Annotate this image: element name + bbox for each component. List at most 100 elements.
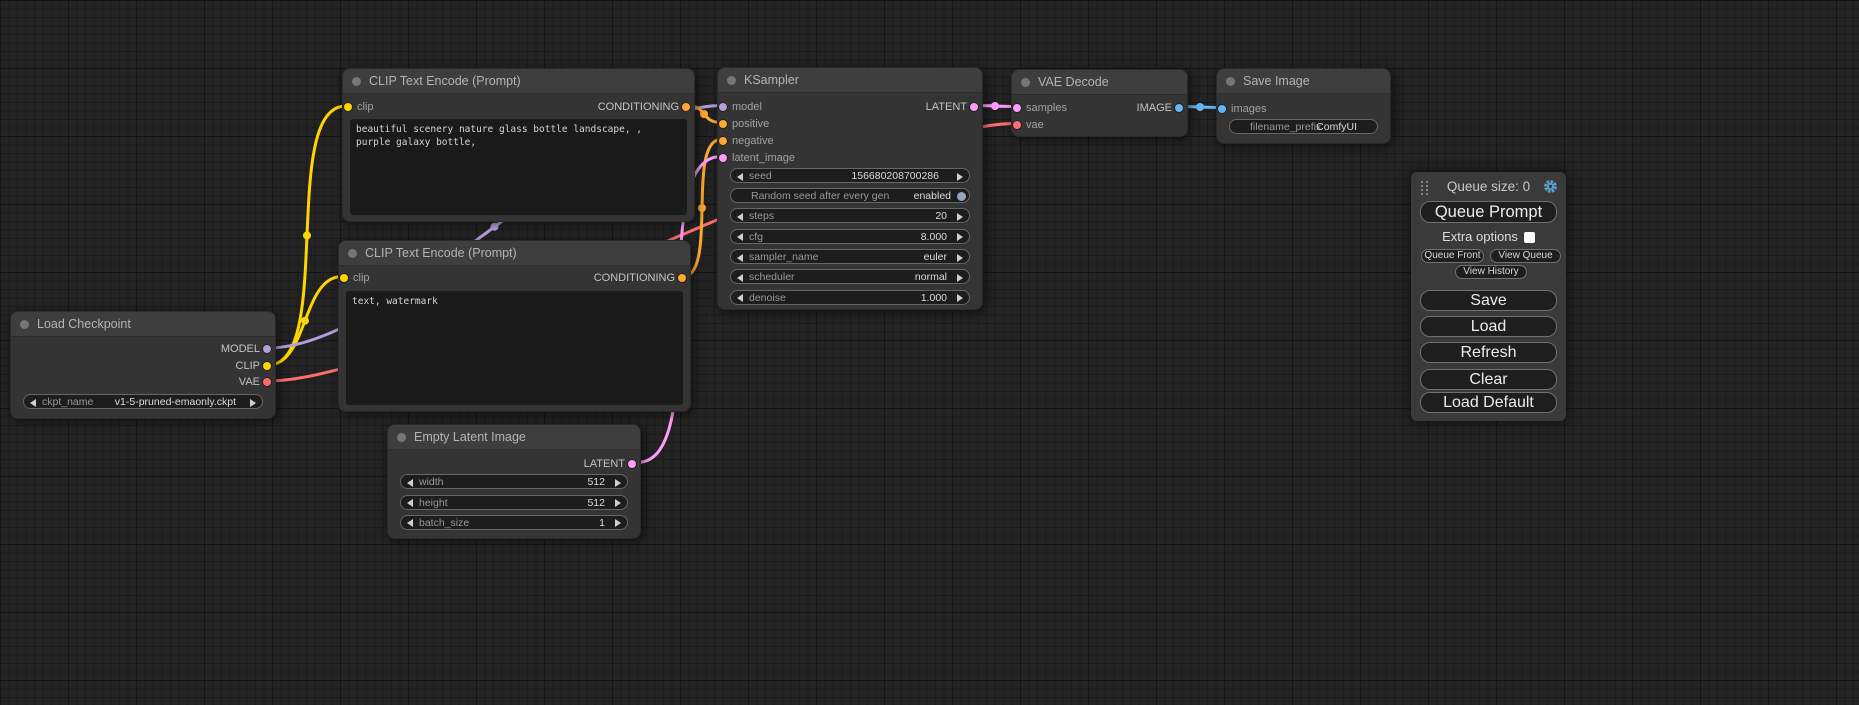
positive-input-dot[interactable]: [719, 120, 727, 128]
ckpt-name-widget[interactable]: ckpt_name v1-5-pruned-emaonly.ckpt: [23, 394, 263, 409]
collapse-dot-icon[interactable]: [20, 320, 29, 329]
decrement-arrow-icon[interactable]: [737, 173, 743, 181]
increment-arrow-icon[interactable]: [957, 274, 963, 282]
decrement-arrow-icon[interactable]: [407, 519, 413, 527]
output-slot-clip[interactable]: CLIP: [236, 358, 275, 374]
collapse-dot-icon[interactable]: [1226, 77, 1235, 86]
random-seed-toggle-widget[interactable]: Random seed after every gen enabled: [730, 188, 970, 203]
clip-input-dot[interactable]: [344, 103, 352, 111]
node-save-image[interactable]: Save Image images filename_prefix ComfyU…: [1216, 68, 1391, 144]
model-output-dot[interactable]: [263, 345, 271, 353]
node-title-bar[interactable]: Save Image: [1217, 69, 1390, 94]
increment-arrow-icon[interactable]: [957, 213, 963, 221]
negative-input-dot[interactable]: [719, 137, 727, 145]
queue-panel[interactable]: Queue size: 0 Queue Prompt Extra options…: [1411, 172, 1566, 421]
load-default-button[interactable]: Load Default: [1420, 392, 1557, 413]
node-title-bar[interactable]: Empty Latent Image: [388, 425, 640, 450]
latent-output-dot[interactable]: [628, 460, 636, 468]
width-widget[interactable]: width 512: [400, 474, 628, 489]
node-title-bar[interactable]: VAE Decode: [1012, 70, 1187, 95]
decrement-arrow-icon[interactable]: [737, 213, 743, 221]
queue-prompt-button[interactable]: Queue Prompt: [1420, 201, 1557, 223]
toggle-dot[interactable]: [957, 192, 966, 201]
height-widget[interactable]: height 512: [400, 495, 628, 510]
decrement-arrow-icon[interactable]: [737, 254, 743, 262]
refresh-button[interactable]: Refresh: [1420, 342, 1557, 363]
collapse-dot-icon[interactable]: [1021, 78, 1030, 87]
output-slot-vae[interactable]: VAE: [239, 374, 275, 390]
input-slot-clip[interactable]: clip: [343, 99, 374, 115]
output-slot-latent[interactable]: LATENT: [584, 456, 640, 472]
vae-input-dot[interactable]: [1013, 121, 1021, 129]
increment-arrow-icon[interactable]: [957, 254, 963, 262]
denoise-widget[interactable]: denoise 1.000: [730, 290, 970, 305]
input-slot-latent-image[interactable]: latent_image: [718, 150, 795, 166]
output-slot-conditioning[interactable]: CONDITIONING: [598, 99, 694, 115]
image-output-dot[interactable]: [1175, 104, 1183, 112]
decrement-arrow-icon[interactable]: [737, 233, 743, 241]
latent-output-dot[interactable]: [970, 103, 978, 111]
positive-prompt-textarea[interactable]: beautiful scenery nature glass bottle la…: [350, 119, 687, 215]
input-slot-clip[interactable]: clip: [339, 270, 370, 286]
negative-prompt-textarea[interactable]: text, watermark: [346, 291, 683, 405]
input-slot-images[interactable]: images: [1217, 101, 1266, 117]
collapse-dot-icon[interactable]: [348, 249, 357, 258]
increment-arrow-icon[interactable]: [957, 233, 963, 241]
extra-options-checkbox[interactable]: [1524, 232, 1535, 243]
latent-input-dot[interactable]: [719, 154, 727, 162]
view-queue-button[interactable]: View Queue: [1490, 249, 1561, 263]
node-title-bar[interactable]: CLIP Text Encode (Prompt): [339, 241, 690, 266]
node-ksampler[interactable]: KSampler model positive negative latent_…: [717, 67, 983, 310]
increment-arrow-icon[interactable]: [615, 479, 621, 487]
collapse-dot-icon[interactable]: [727, 76, 736, 85]
load-button[interactable]: Load: [1420, 316, 1557, 337]
input-slot-positive[interactable]: positive: [718, 116, 769, 132]
increment-arrow-icon[interactable]: [615, 519, 621, 527]
cfg-widget[interactable]: cfg 8.000: [730, 229, 970, 244]
sampler-name-widget[interactable]: sampler_name euler: [730, 249, 970, 264]
scheduler-widget[interactable]: scheduler normal: [730, 269, 970, 284]
input-slot-samples[interactable]: samples: [1012, 100, 1067, 116]
gear-icon[interactable]: [1542, 178, 1559, 195]
output-slot-conditioning[interactable]: CONDITIONING: [594, 270, 690, 286]
images-input-dot[interactable]: [1218, 105, 1226, 113]
output-slot-latent[interactable]: LATENT: [926, 99, 982, 115]
queue-front-button[interactable]: Queue Front: [1421, 249, 1484, 263]
node-empty-latent-image[interactable]: Empty Latent Image LATENT width 512 heig…: [387, 424, 641, 539]
collapse-dot-icon[interactable]: [352, 77, 361, 86]
output-slot-model[interactable]: MODEL: [221, 341, 275, 357]
save-button[interactable]: Save: [1420, 290, 1557, 311]
input-slot-negative[interactable]: negative: [718, 133, 774, 149]
clip-input-dot[interactable]: [340, 274, 348, 282]
increment-arrow-icon[interactable]: [957, 173, 963, 181]
input-slot-vae[interactable]: vae: [1012, 117, 1044, 133]
node-clip-text-encode-positive[interactable]: CLIP Text Encode (Prompt) clip CONDITION…: [342, 68, 695, 222]
decrement-arrow-icon[interactable]: [737, 274, 743, 282]
view-history-button[interactable]: View History: [1455, 265, 1527, 279]
steps-widget[interactable]: steps 20: [730, 208, 970, 223]
decrement-arrow-icon[interactable]: [737, 294, 743, 302]
node-vae-decode[interactable]: VAE Decode samples vae IMAGE: [1011, 69, 1188, 137]
conditioning-output-dot[interactable]: [682, 103, 690, 111]
increment-arrow-icon[interactable]: [957, 294, 963, 302]
increment-arrow-icon[interactable]: [250, 399, 256, 407]
filename-prefix-widget[interactable]: filename_prefix ComfyUI: [1229, 119, 1378, 134]
node-graph-canvas[interactable]: Load Checkpoint MODEL CLIP VAE ckpt_name…: [0, 0, 1859, 705]
node-load-checkpoint[interactable]: Load Checkpoint MODEL CLIP VAE ckpt_name…: [10, 311, 276, 419]
batch-size-widget[interactable]: batch_size 1: [400, 515, 628, 530]
output-slot-image[interactable]: IMAGE: [1137, 100, 1187, 116]
decrement-arrow-icon[interactable]: [407, 479, 413, 487]
node-title-bar[interactable]: Load Checkpoint: [11, 312, 275, 337]
samples-input-dot[interactable]: [1013, 104, 1021, 112]
node-title-bar[interactable]: CLIP Text Encode (Prompt): [343, 69, 694, 94]
conditioning-output-dot[interactable]: [678, 274, 686, 282]
seed-widget[interactable]: seed 156680208700286: [730, 168, 970, 183]
node-title-bar[interactable]: KSampler: [718, 68, 982, 93]
clip-output-dot[interactable]: [263, 362, 271, 370]
input-slot-model[interactable]: model: [718, 99, 762, 115]
decrement-arrow-icon[interactable]: [407, 499, 413, 507]
collapse-dot-icon[interactable]: [397, 433, 406, 442]
node-clip-text-encode-negative[interactable]: CLIP Text Encode (Prompt) clip CONDITION…: [338, 240, 691, 412]
vae-output-dot[interactable]: [263, 378, 271, 386]
model-input-dot[interactable]: [719, 103, 727, 111]
